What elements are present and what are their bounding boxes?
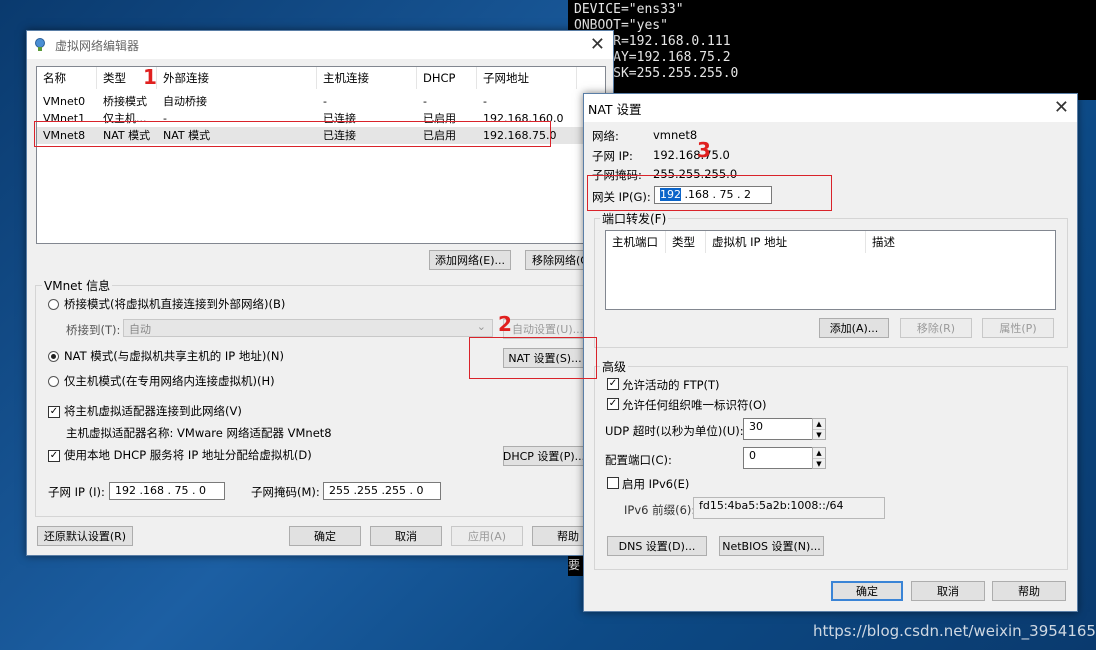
connect-adapter-checkbox[interactable]: ✓ <box>48 406 60 418</box>
cell-name: VMnet0 <box>43 95 86 108</box>
apply-button[interactable]: 应用(A) <box>451 526 523 546</box>
nat-radio-label[interactable]: NAT 模式(与虚拟机共享主机的 IP 地址)(N) <box>64 348 284 364</box>
bridged-to-select[interactable]: 自动 ⌄ <box>123 319 493 337</box>
udp-timeout-field[interactable]: 30 <box>743 418 813 440</box>
cell-host: - <box>323 95 327 108</box>
config-port-label: 配置端口(C): <box>605 453 672 467</box>
nat-help-button[interactable]: 帮助 <box>992 581 1066 601</box>
annotation-number-3: 3 <box>697 138 711 162</box>
spin-down-icon[interactable]: ▼ <box>813 430 825 440</box>
terminal-line: R=192.168.0.111 <box>574 34 731 49</box>
col-header-dhcp[interactable]: DHCP <box>417 67 477 89</box>
annotation-number-1: 1 <box>143 65 157 89</box>
vne-titlebar[interactable]: 虚拟网络编辑器 ✕ <box>27 31 613 59</box>
col-header-subnet[interactable]: 子网地址 <box>477 67 577 89</box>
nat-settings-window: NAT 设置 ✕ 网络: vmnet8 子网 IP: 192.168.75.0 … <box>583 93 1078 612</box>
ipv6-prefix-field[interactable]: fd15:4ba5:5a2b:1008::/64 <box>693 497 885 519</box>
cancel-button[interactable]: 取消 <box>370 526 442 546</box>
allow-ftp-label[interactable]: 允许活动的 FTP(T) <box>622 377 720 393</box>
bridged-to-label: 桥接到(T): <box>66 323 121 337</box>
udp-timeout-label: UDP 超时(以秒为单位)(U): <box>605 424 744 438</box>
table-row[interactable]: VMnet0 桥接模式 自动桥接 - - - <box>37 93 605 110</box>
nat-radio[interactable] <box>48 351 59 362</box>
nat-cancel-button[interactable]: 取消 <box>911 581 985 601</box>
allow-oui-label[interactable]: 允许任何组织唯一标识符(O) <box>622 397 767 413</box>
terminal-line: DEVICE="ens33" <box>574 2 684 17</box>
bridged-radio[interactable] <box>48 299 59 310</box>
cell-external: 自动桥接 <box>163 95 207 108</box>
annotation-box-nat-settings <box>469 337 597 379</box>
subnet-mask-label: 子网掩码(M): <box>251 485 320 499</box>
bridged-radio-label[interactable]: 桥接模式(将虚拟机直接连接到外部网络)(B) <box>64 296 285 312</box>
vmnet-info-title: VMnet 信息 <box>42 277 113 294</box>
terminal-line: AY=192.168.75.2 <box>574 50 731 65</box>
vne-title: 虚拟网络编辑器 <box>55 38 140 53</box>
nat-subnet-ip-value: 192.168.75.0 <box>653 148 730 162</box>
udp-timeout-spinner[interactable]: ▲ ▼ <box>812 418 826 440</box>
virtual-network-editor-window: 虚拟网络编辑器 ✕ 名称 类型 外部连接 主机连接 DHCP 子网地址 VMne… <box>26 30 614 556</box>
col-header-host[interactable]: 主机连接 <box>317 67 417 89</box>
annotation-number-2: 2 <box>498 312 512 336</box>
dns-settings-button[interactable]: DNS 设置(D)... <box>607 536 707 556</box>
spin-up-icon[interactable]: ▲ <box>813 419 825 430</box>
enable-ipv6-checkbox[interactable] <box>607 477 619 489</box>
ok-button[interactable]: 确定 <box>289 526 361 546</box>
spin-down-icon[interactable]: ▼ <box>813 459 825 469</box>
ipv6-prefix-label: IPv6 前缀(6): <box>624 503 696 517</box>
port-forwarding-title: 端口转发(F) <box>600 210 669 227</box>
terminal-window: DEVICE="ens33" ONBOOT="yes" R=192.168.0.… <box>568 0 1096 100</box>
add-port-button[interactable]: 添加(A)... <box>819 318 889 338</box>
nat-title: NAT 设置 <box>588 101 642 117</box>
col-header-host-port[interactable]: 主机端口 <box>606 231 666 253</box>
cell-dhcp: - <box>423 95 427 108</box>
cell-subnet: - <box>483 95 487 108</box>
netbios-settings-button[interactable]: NetBIOS 设置(N)... <box>719 536 824 556</box>
allow-oui-checkbox[interactable]: ✓ <box>607 398 619 410</box>
watermark: https://blog.csdn.net/weixin_39541657 <box>813 622 1096 640</box>
advanced-title: 高级 <box>600 358 629 375</box>
col-header-type[interactable]: 类型 <box>666 231 706 253</box>
allow-ftp-checkbox[interactable]: ✓ <box>607 378 619 390</box>
annotation-box-gateway <box>587 175 832 211</box>
cell-type: 桥接模式 <box>103 95 147 108</box>
restore-defaults-button[interactable]: 还原默认设置(R) <box>37 526 133 546</box>
network-list[interactable]: 名称 类型 外部连接 主机连接 DHCP 子网地址 VMnet0 桥接模式 自动… <box>36 66 606 244</box>
dhcp-settings-button[interactable]: DHCP 设置(P)... <box>503 446 585 466</box>
enable-ipv6-label[interactable]: 启用 IPv6(E) <box>622 476 689 492</box>
add-network-button[interactable]: 添加网络(E)... <box>429 250 511 270</box>
config-port-spinner[interactable]: ▲ ▼ <box>812 447 826 469</box>
subnet-mask-field[interactable]: 255 .255 .255 . 0 <box>323 482 441 500</box>
use-dhcp-checkbox[interactable]: ✓ <box>48 450 60 462</box>
connect-adapter-label[interactable]: 将主机虚拟适配器连接到此网络(V) <box>64 403 242 419</box>
terminal-line: SK=255.255.255.0 <box>574 66 739 81</box>
host-only-radio-label[interactable]: 仅主机模式(在专用网络内连接虚拟机)(H) <box>64 373 275 389</box>
network-label: 网络: <box>592 129 619 143</box>
col-header-vm-ip[interactable]: 虚拟机 IP 地址 <box>706 231 866 253</box>
vmware-network-icon <box>33 38 47 52</box>
col-header-description[interactable]: 描述 <box>866 231 1046 253</box>
nat-titlebar[interactable]: NAT 设置 ✕ <box>584 94 1077 122</box>
subnet-ip-field[interactable]: 192 .168 . 75 . 0 <box>109 482 225 500</box>
port-properties-button[interactable]: 属性(P) <box>982 318 1054 338</box>
close-icon[interactable]: ✕ <box>1054 97 1069 118</box>
port-forwarding-list[interactable]: 主机端口 类型 虚拟机 IP 地址 描述 <box>605 230 1056 310</box>
annotation-box-vmnet8-row <box>34 121 551 147</box>
config-port-field[interactable]: 0 <box>743 447 813 469</box>
nat-subnet-ip-label: 子网 IP: <box>592 149 633 163</box>
chevron-down-icon: ⌄ <box>476 320 486 333</box>
col-header-name[interactable]: 名称 <box>37 67 97 89</box>
col-header-external[interactable]: 外部连接 <box>157 67 317 89</box>
host-only-radio[interactable] <box>48 376 59 387</box>
nat-ok-button[interactable]: 确定 <box>831 581 903 601</box>
close-icon[interactable]: ✕ <box>590 34 605 55</box>
bridged-to-value: 自动 <box>129 323 151 336</box>
use-dhcp-label[interactable]: 使用本地 DHCP 服务将 IP 地址分配给虚拟机(D) <box>64 447 312 463</box>
subnet-ip-label: 子网 IP (I): <box>48 485 105 499</box>
spin-up-icon[interactable]: ▲ <box>813 448 825 459</box>
network-value: vmnet8 <box>653 128 698 142</box>
remove-port-button[interactable]: 移除(R) <box>900 318 972 338</box>
adapter-name-label: 主机虚拟适配器名称: VMware 网络适配器 VMnet8 <box>66 426 332 440</box>
terminal-line: ONBOOT="yes" <box>574 18 668 33</box>
